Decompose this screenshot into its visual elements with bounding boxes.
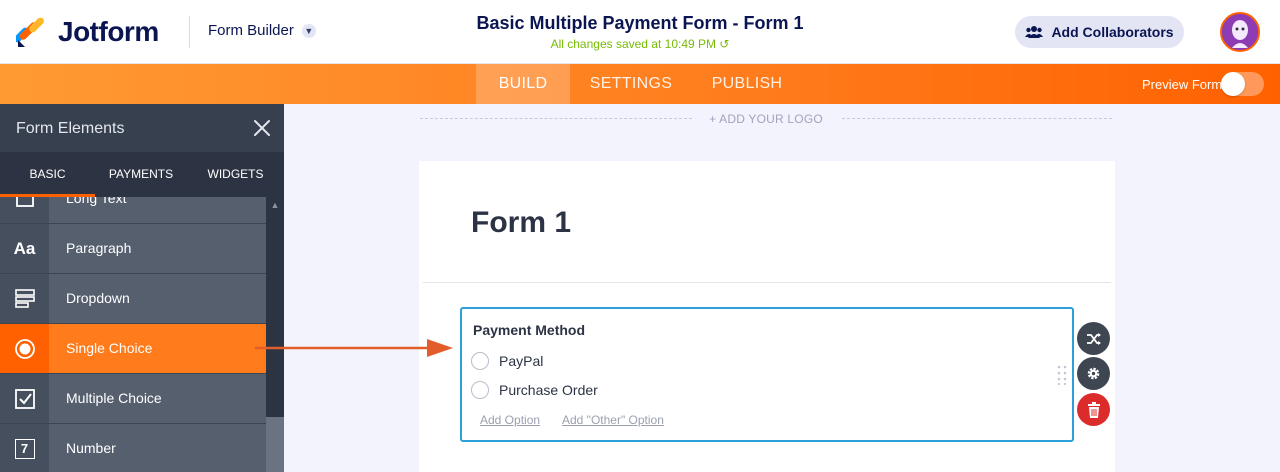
element-dropdown[interactable]: Dropdown	[0, 274, 266, 324]
form-heading[interactable]: Form 1	[471, 206, 571, 240]
radio-button[interactable]	[471, 381, 489, 399]
list-item-label: Number	[66, 440, 116, 456]
builder-nav: BUILD SETTINGS PUBLISH Preview Form	[0, 64, 1280, 104]
preview-form-toggle[interactable]	[1221, 72, 1264, 96]
gear-icon	[1087, 367, 1100, 380]
number-icon: 7	[0, 424, 49, 472]
add-option-link[interactable]: Add Option	[480, 413, 540, 427]
tab-payments[interactable]: PAYMENTS	[95, 152, 187, 197]
option-label: Purchase Order	[499, 382, 598, 398]
form-elements-panel: Form Elements BASIC PAYMENTS WIDGETS Lon…	[0, 104, 284, 472]
option-label: PayPal	[499, 353, 544, 369]
divider	[423, 282, 1111, 283]
option-purchase-order[interactable]: Purchase Order	[471, 381, 598, 399]
add-logo-label: + ADD YOUR LOGO	[709, 112, 823, 126]
list-item-label: Multiple Choice	[66, 390, 162, 406]
element-single-choice[interactable]: Single Choice	[0, 324, 266, 374]
tab-basic[interactable]: BASIC	[0, 152, 95, 197]
refresh-icon: ↺	[719, 37, 730, 51]
number-glyph: 7	[14, 438, 35, 459]
add-other-option-link[interactable]: Add "Other" Option	[562, 413, 664, 427]
paragraph-icon: Aa	[0, 224, 49, 273]
chevron-up-icon[interactable]: ▲	[266, 197, 284, 213]
toggle-knob	[1221, 72, 1245, 96]
field-label[interactable]: Payment Method	[473, 322, 585, 338]
top-header: Jotform Form Builder ▼ Basic Multiple Pa…	[0, 0, 1280, 64]
long-text-icon	[0, 197, 49, 223]
option-paypal[interactable]: PayPal	[471, 352, 543, 370]
tab-widgets[interactable]: WIDGETS	[187, 152, 284, 197]
panel-scrollbar[interactable]: ▲	[266, 197, 284, 472]
delete-field-button[interactable]	[1077, 393, 1110, 426]
save-status-text: All changes saved at 10:49 PM	[550, 37, 717, 51]
preview-form-label: Preview Form	[1142, 77, 1223, 92]
shuffle-icon	[1086, 332, 1101, 345]
add-logo-area[interactable]: + ADD YOUR LOGO	[420, 112, 1112, 126]
shuffle-button[interactable]	[1077, 322, 1110, 355]
tab-build[interactable]: BUILD	[476, 64, 570, 104]
trash-icon	[1087, 401, 1100, 418]
tab-settings[interactable]: SETTINGS	[575, 64, 687, 104]
close-icon[interactable]	[252, 118, 272, 138]
element-multiple-choice[interactable]: Multiple Choice	[0, 374, 266, 424]
list-item-label: Single Choice	[66, 340, 153, 356]
payment-method-field[interactable]: Payment Method PayPal Purchase Order Add…	[460, 307, 1074, 442]
radio-icon	[0, 324, 49, 373]
drag-direction-arrow	[255, 339, 453, 357]
add-collaborators-button[interactable]: Add Collaborators	[1015, 16, 1184, 48]
drag-handle-icon[interactable]	[1057, 365, 1067, 385]
radio-button[interactable]	[471, 352, 489, 370]
avatar[interactable]	[1220, 12, 1260, 52]
add-collaborators-label: Add Collaborators	[1051, 24, 1174, 40]
element-long-text[interactable]: Long Text	[0, 197, 266, 224]
users-icon	[1025, 26, 1044, 38]
panel-tabs: BASIC PAYMENTS WIDGETS	[0, 152, 284, 197]
field-settings-button[interactable]	[1077, 357, 1110, 390]
paragraph-glyph: Aa	[13, 238, 36, 258]
dropdown-icon	[0, 274, 49, 323]
scroll-thumb[interactable]	[266, 417, 284, 472]
element-number[interactable]: 7 Number	[0, 424, 266, 472]
panel-header: Form Elements	[0, 104, 284, 152]
element-paragraph[interactable]: Aa Paragraph	[0, 224, 266, 274]
element-list: Long Text Aa Paragraph Dropdown Single C…	[0, 197, 266, 472]
checkbox-icon	[0, 374, 49, 423]
list-item-label: Paragraph	[66, 240, 132, 256]
tab-publish[interactable]: PUBLISH	[696, 64, 798, 104]
panel-title: Form Elements	[16, 120, 125, 137]
list-item-label: Dropdown	[66, 290, 130, 306]
list-item-label: Long Text	[66, 197, 127, 206]
